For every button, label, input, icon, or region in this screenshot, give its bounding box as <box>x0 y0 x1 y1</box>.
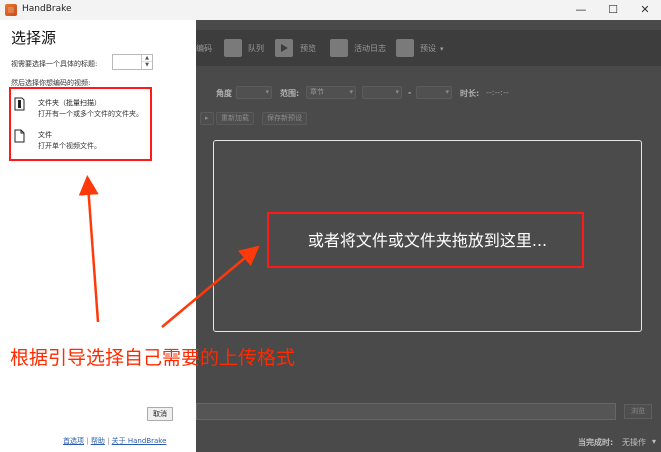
annotation-box-dropzone <box>267 212 584 268</box>
toolbar-activity-log[interactable]: 活动日志 <box>354 40 386 58</box>
spinner-down-icon[interactable]: ▼ <box>142 62 152 69</box>
when-done-select[interactable]: 无操作 <box>622 437 646 448</box>
range-select[interactable]: 章节 <box>306 86 356 99</box>
panel-title: 选择源 <box>11 29 57 47</box>
toolbar-preview[interactable]: 预览 <box>300 40 316 58</box>
reload-button[interactable]: 重新加载 <box>216 112 254 125</box>
queue-icon[interactable] <box>224 39 242 57</box>
chapter-end-select[interactable] <box>416 86 452 99</box>
presets-chevron-down-icon[interactable]: ▾ <box>440 40 444 58</box>
when-done-label: 当完成时: <box>578 438 614 447</box>
toolbar-presets[interactable]: 预设 <box>420 40 436 58</box>
source-selection-panel: 选择源 视需要选择一个具体的标题: ▲ ▼ 然后选择你想编码的视频: 文件夹（批… <box>0 20 196 452</box>
toolbar-queue[interactable]: 队列 <box>248 40 264 58</box>
link-separator: | <box>107 437 110 445</box>
close-button[interactable]: ✕ <box>632 2 658 18</box>
range-label: 范围: <box>280 89 300 98</box>
spinner-buttons: ▲ ▼ <box>141 55 152 69</box>
presets-icon[interactable] <box>396 39 414 57</box>
when-done-chevron-icon[interactable]: ▾ <box>652 437 656 446</box>
preferences-link[interactable]: 首选项 <box>63 437 84 445</box>
destination-bar: 浏览 <box>196 403 661 421</box>
toolbar: 编码 队列 预览 活动日志 预设 ▾ <box>196 30 661 66</box>
maximize-button[interactable]: ☐ <box>600 2 626 18</box>
browse-button[interactable]: 浏览 <box>624 404 652 419</box>
angle-select[interactable] <box>236 86 272 99</box>
title-spinner[interactable]: ▲ ▼ <box>112 54 153 70</box>
annotation-box-options <box>9 87 152 161</box>
link-separator: | <box>86 437 89 445</box>
angle-label: 角度 <box>216 89 232 98</box>
activity-log-icon[interactable] <box>330 39 348 57</box>
destination-input[interactable] <box>196 403 616 420</box>
source-controls-row: 角度 范围: 章节 - 时长: --:--:-- <box>196 84 661 104</box>
handbrake-logo-icon <box>5 4 17 16</box>
window-title: HandBrake <box>22 4 72 14</box>
about-link[interactable]: 关于 HandBrake <box>112 437 167 445</box>
title-prompt: 视需要选择一个具体的标题: <box>11 60 98 68</box>
preview-icon[interactable] <box>275 39 293 57</box>
cancel-button[interactable]: 取消 <box>147 407 173 421</box>
chapter-start-select[interactable] <box>362 86 402 99</box>
spinner-up-icon[interactable]: ▲ <box>142 55 152 62</box>
add-to-queue-edge[interactable]: ▸ <box>200 112 214 125</box>
range-dash: - <box>408 88 412 97</box>
footer-links: 首选项 | 帮助 | 关于 HandBrake <box>63 436 166 446</box>
annotation-caption: 根据引导选择自己需要的上传格式 <box>10 347 296 369</box>
help-link[interactable]: 帮助 <box>91 437 105 445</box>
title-bar: HandBrake — ☐ ✕ <box>0 0 661 20</box>
save-preset-button[interactable]: 保存新预设 <box>262 112 307 125</box>
duration-label: 时长: <box>460 89 480 98</box>
toolbar-encode[interactable]: 编码 <box>196 40 212 58</box>
minimize-button[interactable]: — <box>568 2 594 18</box>
duration-value: --:--:-- <box>486 88 509 97</box>
